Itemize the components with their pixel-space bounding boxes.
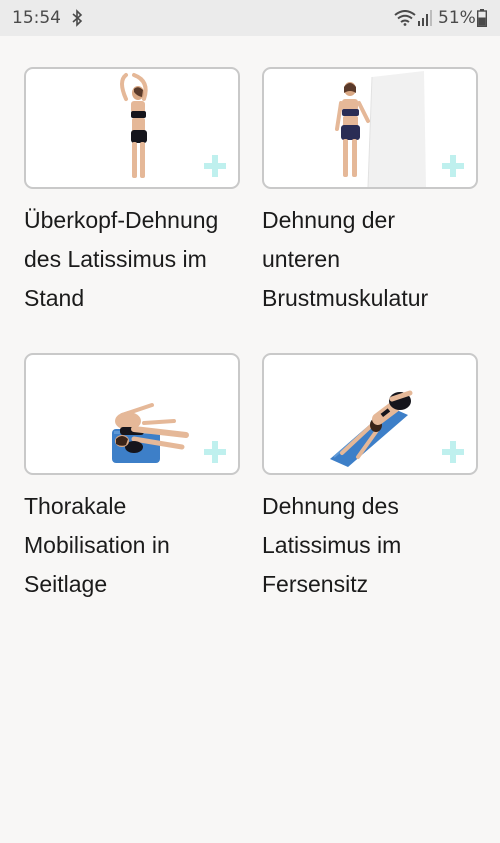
exercise-thumbnail[interactable]	[24, 353, 240, 475]
exercise-title[interactable]: Thorakale Mobilisation in Seitlage	[24, 487, 238, 604]
add-plus-icon	[442, 441, 464, 463]
battery-icon	[477, 9, 487, 27]
exercise-title[interactable]: Dehnung der unteren Brustmuskulatur	[262, 201, 476, 318]
add-plus-icon	[204, 155, 226, 177]
exercise-thumbnail[interactable]	[262, 67, 478, 189]
add-plus-icon	[204, 441, 226, 463]
signal-icon	[418, 10, 432, 26]
exercise-title[interactable]: Überkopf-Dehnung des Latissimus im Stand	[24, 201, 238, 318]
battery-percent: 51%	[438, 8, 476, 28]
exercise-title[interactable]: Dehnung des Latissimus im Fersensitz	[262, 487, 476, 604]
exercise-thumbnail[interactable]	[262, 353, 478, 475]
add-plus-icon	[442, 155, 464, 177]
bluetooth-icon	[72, 9, 83, 27]
status-time: 15:54	[12, 8, 61, 28]
wifi-icon	[394, 10, 416, 26]
status-bar: 15:54 51%	[0, 0, 500, 36]
exercise-thumbnail[interactable]	[24, 67, 240, 189]
